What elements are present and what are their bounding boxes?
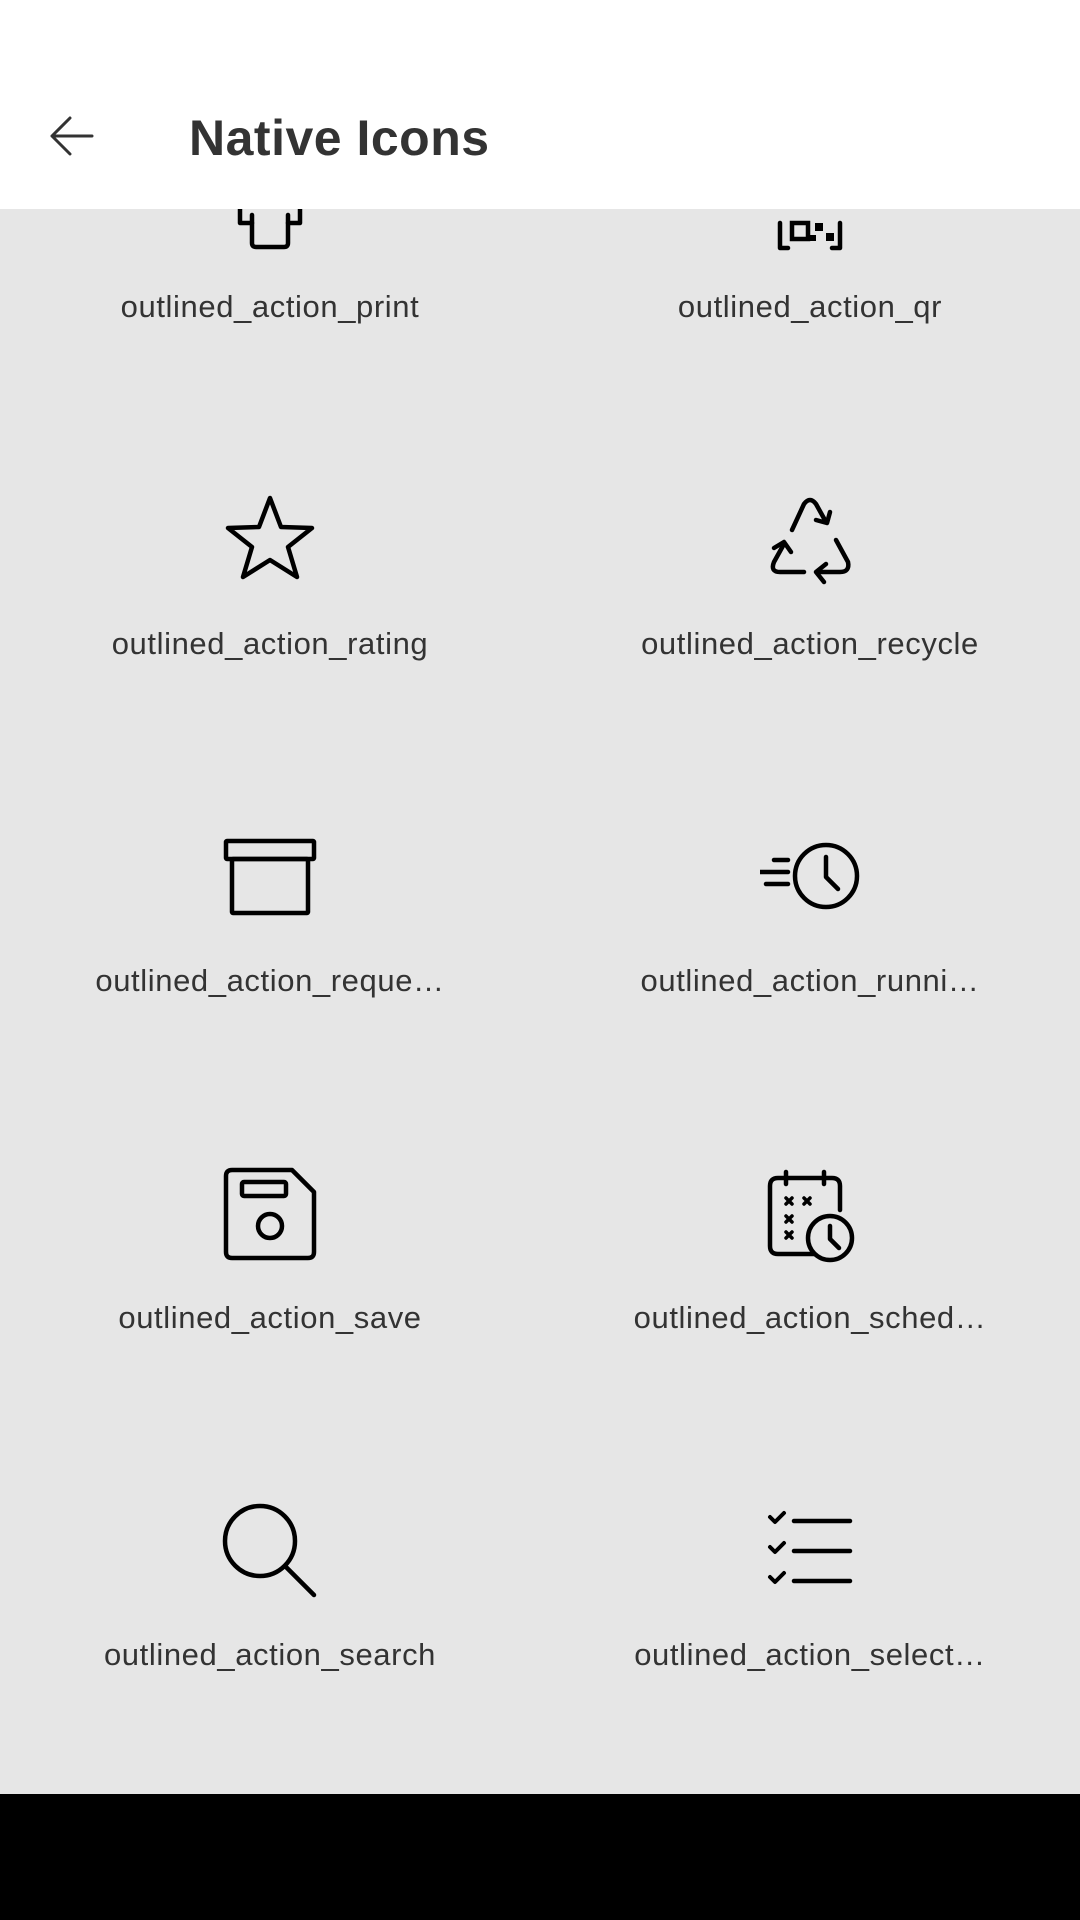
back-button[interactable] — [32, 96, 112, 176]
grid-item[interactable]: outlined_action_search — [0, 1435, 540, 1772]
grid-item[interactable]: outlined_action_recycle — [540, 424, 1080, 761]
calendar-clock-icon — [760, 1164, 860, 1264]
grid-item[interactable]: outlined_action_save — [0, 1098, 540, 1435]
star-icon — [220, 490, 320, 590]
running-clock-icon — [760, 827, 860, 927]
grid-item-label: outlined_action_select… — [634, 1637, 986, 1672]
checklist-icon — [760, 1501, 860, 1601]
archive-box-icon — [220, 827, 320, 927]
app-bar: Native Icons — [0, 0, 1080, 209]
grid-item[interactable]: outlined_action_qr — [540, 209, 1080, 424]
grid-item-label: outlined_action_rating — [111, 626, 429, 661]
grid-item-label: outlined_action_print — [120, 289, 420, 324]
grid-item[interactable]: outlined_action_rating — [0, 424, 540, 761]
grid-item-label: outlined_action_qr — [677, 289, 943, 324]
grid-item-label: outlined_action_search — [103, 1637, 437, 1672]
qr-icon — [760, 209, 860, 253]
grid-item[interactable]: outlined_action_reque… — [0, 761, 540, 1098]
grid-item[interactable]: outlined_action_runni… — [540, 761, 1080, 1098]
grid-item-label: outlined_action_save — [118, 1300, 422, 1335]
icon-grid[interactable]: outlined_action_print outlined_action_qr… — [0, 209, 1080, 1794]
grid-item[interactable]: outlined_action_sched… — [540, 1098, 1080, 1435]
grid-item[interactable]: outlined_action_select… — [540, 1435, 1080, 1772]
system-navigation-bar — [0, 1794, 1080, 1920]
grid-item-label: outlined_action_reque… — [95, 963, 445, 998]
search-icon — [220, 1501, 320, 1601]
print-icon — [220, 209, 320, 253]
floppy-disk-icon — [220, 1164, 320, 1264]
grid-item[interactable]: outlined_action_print — [0, 209, 540, 424]
grid-item-label: outlined_action_runni… — [640, 963, 980, 998]
arrow-left-icon — [50, 116, 94, 156]
grid-item-label: outlined_action_sched… — [633, 1300, 987, 1335]
grid-item-label: outlined_action_recycle — [641, 626, 979, 661]
page-title: Native Icons — [189, 110, 490, 166]
recycle-icon — [760, 490, 860, 590]
